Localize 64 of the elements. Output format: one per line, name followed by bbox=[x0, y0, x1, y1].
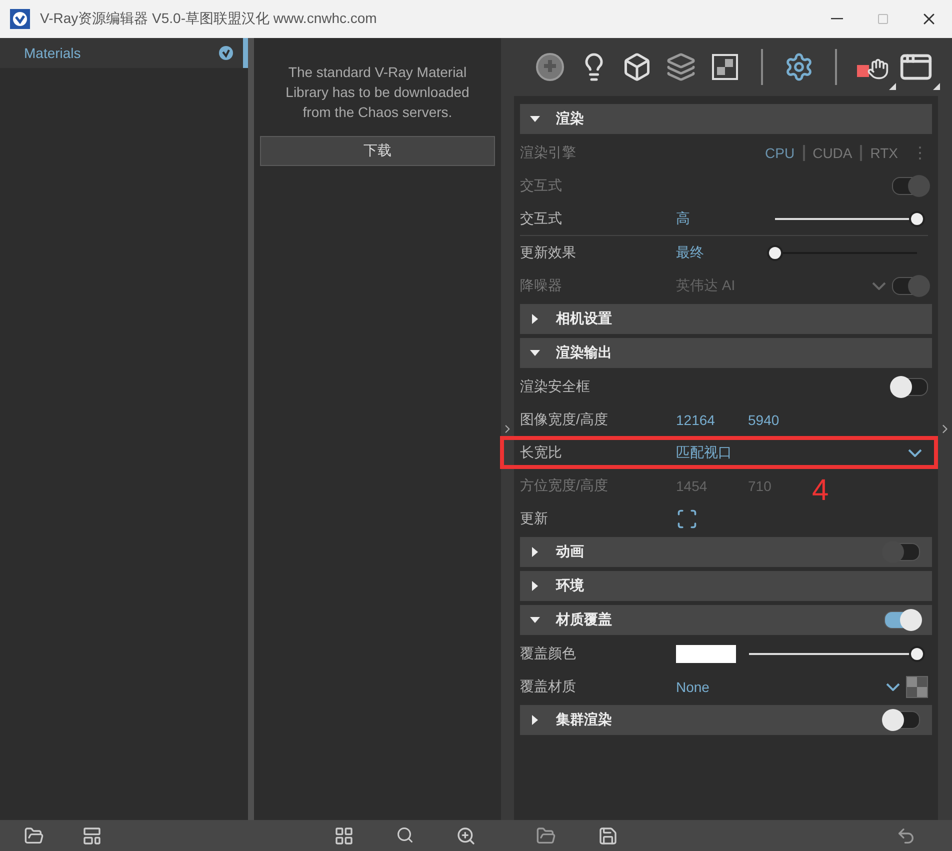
save-button[interactable] bbox=[598, 826, 618, 846]
check-badge-icon bbox=[219, 46, 233, 60]
checker-icon bbox=[712, 54, 738, 80]
layers-icon bbox=[666, 52, 696, 82]
dropdown-field[interactable]: 匹配视口 bbox=[676, 444, 732, 462]
update-button[interactable] bbox=[676, 508, 698, 530]
settings-icon bbox=[784, 52, 814, 82]
section-header[interactable]: 集群渲染 bbox=[520, 705, 932, 735]
setting-value: 高 bbox=[676, 210, 691, 228]
section-header[interactable]: 动画 bbox=[520, 537, 932, 567]
zoom-in-button[interactable] bbox=[456, 826, 476, 846]
expand-triangle-icon bbox=[530, 314, 540, 324]
material-field[interactable]: None bbox=[676, 678, 710, 694]
more-menu-text: ⋮ bbox=[912, 144, 928, 162]
expand-triangle-icon bbox=[530, 715, 540, 725]
collapse-triangle-icon bbox=[530, 348, 540, 358]
setting-value: 最终 bbox=[676, 244, 705, 262]
toggle-switch[interactable] bbox=[884, 711, 920, 729]
minimize-icon bbox=[831, 18, 843, 20]
library-item[interactable]: Materials bbox=[0, 38, 248, 68]
setting-label: 渲染引擎 bbox=[520, 144, 577, 162]
setting-label: 交互式 bbox=[520, 210, 563, 228]
setting-label: 图像宽度/高度 bbox=[520, 410, 609, 428]
setting-label: 降噪器 bbox=[520, 276, 563, 294]
cube-icon bbox=[622, 52, 652, 82]
setting-label: 更新效果 bbox=[520, 244, 577, 262]
toggle-switch[interactable] bbox=[884, 611, 920, 629]
download-button[interactable]: 下载 bbox=[260, 136, 495, 166]
layout-button[interactable] bbox=[82, 826, 102, 846]
sphere-icon bbox=[534, 52, 565, 82]
window-title: V-Ray资源编辑器 V5.0-草图联盟汉化 www.cnwhc.com bbox=[40, 10, 378, 28]
expand-triangle-icon bbox=[530, 581, 540, 591]
number-field[interactable]: 12164 bbox=[676, 412, 748, 428]
download-message: The standard V-Ray Material Library has to be downloaded from the Chaos servers. bbox=[284, 63, 470, 122]
collapse-triangle-icon bbox=[530, 615, 540, 625]
search-button[interactable] bbox=[396, 826, 414, 846]
open-folder-button[interactable] bbox=[536, 826, 556, 846]
setting-label: 覆盖材质 bbox=[520, 678, 577, 696]
section-header[interactable]: 渲染 bbox=[520, 104, 932, 134]
section-header[interactable]: 渲染输出 bbox=[520, 338, 932, 368]
setting-label: 交互式 bbox=[520, 176, 563, 194]
setting-label: 方位宽度/高度 bbox=[520, 476, 609, 494]
section-header[interactable]: 相机设置 bbox=[520, 304, 932, 334]
toggle-switch[interactable] bbox=[892, 378, 928, 396]
maximize-icon bbox=[877, 13, 889, 25]
chevron-down-icon bbox=[886, 682, 900, 690]
collapse-triangle-icon bbox=[530, 114, 540, 124]
number-field[interactable]: 5940 bbox=[748, 412, 820, 428]
setting-label: 覆盖颜色 bbox=[520, 644, 577, 662]
section-header[interactable]: 环境 bbox=[520, 571, 932, 601]
material-preview-icon bbox=[906, 676, 928, 698]
annotation-number: 4 bbox=[812, 474, 829, 508]
undo-button[interactable] bbox=[896, 826, 916, 846]
chevron-down-icon bbox=[908, 448, 922, 456]
grid-view-button[interactable] bbox=[334, 826, 354, 846]
setting-label: 渲染安全框 bbox=[520, 378, 591, 396]
expand-triangle-icon bbox=[530, 547, 540, 557]
section-header[interactable]: 材质覆盖 bbox=[520, 605, 932, 635]
app-logo-icon bbox=[10, 9, 30, 29]
setting-label: 长宽比 bbox=[520, 444, 563, 462]
chevron-down-icon bbox=[872, 282, 886, 290]
setting-label: 更新 bbox=[520, 510, 549, 528]
color-swatch[interactable] bbox=[676, 644, 736, 662]
open-folder-button[interactable] bbox=[24, 826, 44, 846]
